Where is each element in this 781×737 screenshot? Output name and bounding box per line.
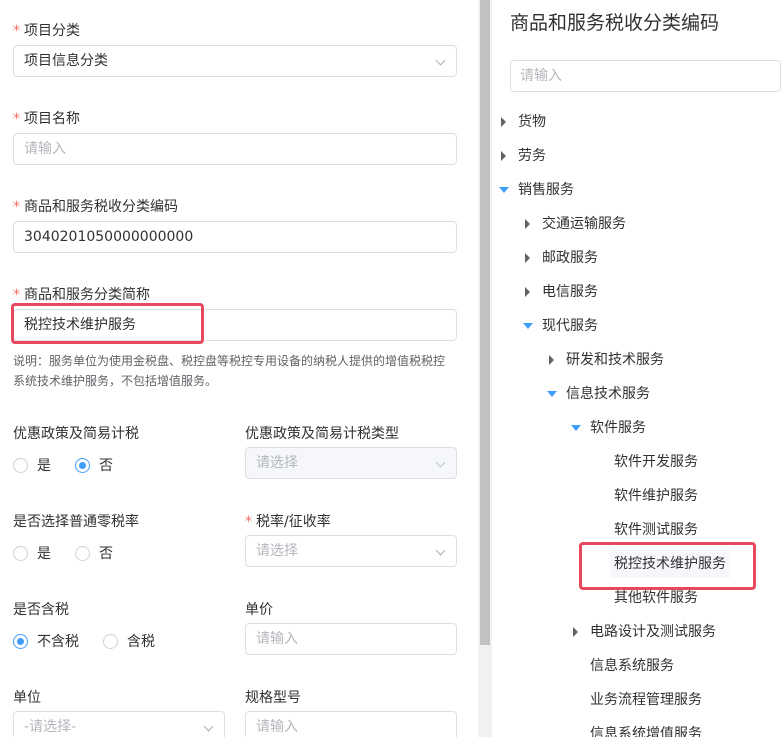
tree-node[interactable]: 研发和技术服务	[566, 346, 664, 374]
caret-down-icon[interactable]	[523, 323, 533, 329]
tree-node[interactable]: 软件开发服务	[614, 448, 698, 476]
radio-circle-icon	[13, 457, 28, 473]
spec-input[interactable]: 请输入	[245, 711, 457, 737]
caret-right-icon[interactable]	[501, 151, 506, 161]
short-name-value: 税控技术维护服务	[24, 317, 136, 333]
tree-node[interactable]: 业务流程管理服务	[590, 686, 702, 714]
tax-code-input[interactable]: 3040201050000000000	[13, 221, 457, 253]
name-input[interactable]: 请输入	[13, 133, 457, 165]
caret-right-icon[interactable]	[525, 287, 530, 297]
tree-node[interactable]: 交通运输服务	[542, 210, 626, 238]
tax-code-label: * 商品和服务税收分类编码	[13, 199, 178, 215]
short-name-label: * 商品和服务分类简称	[13, 287, 150, 303]
tax-rate-select[interactable]: 请选择	[245, 535, 457, 567]
chevron-down-icon	[203, 721, 214, 732]
unit-price-label: 单价	[245, 602, 273, 618]
tax-code-tree-panel: 商品和服务税收分类编码 请输入 货物劳务销售服务交通运输服务 邮政服务电信服务现代…	[492, 0, 781, 737]
tree-node[interactable]: 劳务	[518, 142, 546, 170]
unit-label: 单位	[13, 690, 41, 706]
caret-right-icon[interactable]	[525, 219, 530, 229]
radio-circle-icon	[103, 633, 118, 649]
caret-right-icon[interactable]	[501, 117, 506, 127]
preferential-label: 优惠政策及简易计税	[13, 426, 139, 442]
preferential-type-select: 请选择	[245, 447, 457, 479]
category-value: 项目信息分类	[24, 53, 108, 69]
short-name-input[interactable]: 税控技术维护服务	[13, 309, 457, 341]
tax-excluded-radio[interactable]: 不含税	[13, 631, 79, 651]
caret-down-icon[interactable]	[571, 425, 581, 431]
zero-rate-no-radio[interactable]: 否	[75, 543, 113, 563]
description-note: 说明：服务单位为使用金税盘、税控盘等税控专用设备的纳税人提供的增值税税控 系统技…	[13, 354, 446, 388]
form-scrollbar[interactable]	[478, 0, 492, 737]
caret-right-icon[interactable]	[525, 253, 530, 263]
item-form: * 项目分类 项目信息分类 * 项目名称 请输入 * 商品和服务税收分类编码 3040…	[0, 0, 478, 737]
caret-down-icon[interactable]	[547, 391, 557, 397]
tax-included-label: 是否含税	[13, 602, 69, 618]
tree-node-selected[interactable]: 税控技术维护服务	[610, 550, 730, 578]
tree-node[interactable]: 信息系统增值服务	[590, 720, 702, 737]
panel-title: 商品和服务税收分类编码	[510, 12, 720, 34]
tree-node[interactable]: 信息系统服务	[590, 652, 674, 680]
chevron-down-icon	[435, 545, 446, 556]
preferential-yes-radio[interactable]: 是	[13, 455, 51, 475]
radio-circle-icon	[75, 545, 90, 561]
name-label: * 项目名称	[13, 111, 80, 127]
caret-down-icon[interactable]	[499, 187, 509, 193]
caret-right-icon[interactable]	[549, 355, 554, 365]
tree-node[interactable]: 现代服务	[542, 312, 598, 340]
preferential-type-label: 优惠政策及简易计税类型	[245, 426, 399, 442]
tax-rate-label: * 税率/征收率	[245, 514, 331, 530]
radio-circle-icon	[13, 545, 28, 561]
zero-rate-yes-radio[interactable]: 是	[13, 543, 51, 563]
tax-included-radio[interactable]: 含税	[103, 631, 155, 651]
tree-node[interactable]: 软件测试服务	[614, 516, 698, 544]
tree-search-input[interactable]: 请输入	[510, 60, 781, 92]
unit-select[interactable]: -请选择-	[13, 711, 225, 737]
chevron-down-icon	[435, 55, 446, 66]
tree-node[interactable]: 电信服务	[542, 278, 598, 306]
unit-price-input[interactable]: 请输入	[245, 623, 457, 655]
category-select[interactable]: 项目信息分类	[13, 45, 457, 77]
preferential-no-radio[interactable]: 否	[75, 455, 113, 475]
tree-node[interactable]: 电路设计及测试服务	[590, 618, 716, 646]
chevron-down-icon	[435, 457, 446, 468]
tree-node[interactable]: 销售服务	[518, 176, 574, 204]
spec-label: 规格型号	[245, 690, 301, 706]
tree-node[interactable]: 软件维护服务	[614, 482, 698, 510]
tree-node[interactable]: 邮政服务	[542, 244, 598, 272]
radio-checked-icon	[75, 457, 90, 473]
tree-node[interactable]: 货物	[518, 108, 546, 136]
tree-node[interactable]: 信息技术服务	[566, 380, 650, 408]
tree-node[interactable]: 软件服务	[590, 414, 646, 442]
radio-checked-icon	[13, 633, 28, 649]
scrollbar-thumb[interactable]	[480, 0, 490, 645]
tree-node[interactable]: 其他软件服务	[614, 584, 698, 612]
zero-rate-label: 是否选择普通零税率	[13, 514, 139, 530]
category-label: * 项目分类	[13, 23, 80, 39]
caret-right-icon[interactable]	[573, 627, 578, 637]
